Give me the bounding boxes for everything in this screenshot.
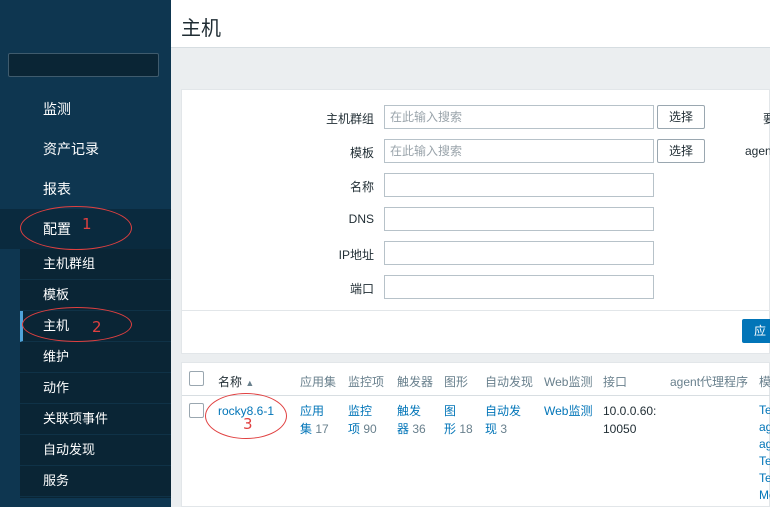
graphs-count: 18 (459, 422, 473, 436)
items-count: 90 (363, 422, 377, 436)
templates-cell[interactable]: Te ag ag Te Te Mo (759, 402, 770, 504)
nav-item-label: 报表 (43, 181, 71, 197)
row-checkbox[interactable] (189, 403, 204, 418)
nav-item-monitoring[interactable]: 监测 (0, 89, 171, 129)
applications-link[interactable]: 应用 集 17 (300, 402, 329, 438)
submenu-item-label: 维护 (43, 349, 70, 364)
host-group-input[interactable] (384, 105, 654, 129)
annotation-ellipse-1 (20, 206, 132, 250)
column-header-interface: 接口 (603, 375, 628, 389)
items-link-text: 监控 (348, 404, 373, 418)
name-input[interactable] (384, 173, 654, 197)
port-label: 端口 (349, 282, 374, 296)
interface-cell: 10.0.0.60: 10050 (603, 402, 656, 438)
port-input[interactable] (384, 275, 654, 299)
template-link[interactable]: Te (759, 454, 770, 468)
name-label: 名称 (349, 180, 374, 194)
template-select-button[interactable]: 选择 (657, 139, 705, 163)
ip-label: IP地址 (338, 248, 374, 262)
column-header-discovery: 自动发现 (485, 375, 534, 389)
submenu-item-label: 自动发现 (43, 442, 96, 457)
table-header-divider (182, 395, 770, 396)
column-header-web: Web监测 (544, 375, 593, 389)
interface-address: 10.0.0.60: (603, 404, 657, 418)
nav-item-label: 资产记录 (43, 141, 99, 157)
dns-label: DNS (348, 212, 374, 226)
apply-button[interactable]: 应 (742, 319, 770, 343)
nav-item-reports[interactable]: 报表 (0, 169, 171, 209)
graphs-link-text-2: 形 (444, 422, 457, 436)
column-header-name[interactable]: 名称 ▲ (218, 373, 254, 390)
template-link[interactable]: Te (759, 471, 770, 485)
column-header-items: 监控项 (348, 375, 385, 389)
ip-input[interactable] (384, 241, 654, 265)
template-link[interactable]: ag (759, 437, 770, 451)
submenu-item-discovery[interactable]: 自动发现 (20, 435, 171, 466)
column-header-triggers: 触发器 (397, 375, 434, 389)
column-header-applications: 应用集 (300, 375, 337, 389)
template-link[interactable]: Te (759, 403, 770, 417)
host-group-select-button[interactable]: 选择 (657, 105, 705, 129)
sort-ascending-icon: ▲ (245, 378, 255, 388)
discovery-link-text: 自动发 (485, 404, 522, 418)
sidebar: 监测 资产记录 报表 配置 主机群组 模板 主机 维护 动作 关联项事件 自动发… (0, 0, 171, 507)
template-input[interactable] (384, 139, 654, 163)
submenu-item-actions[interactable]: 动作 (20, 373, 171, 404)
applications-count: 17 (315, 422, 329, 436)
applications-link-text: 应用 (300, 404, 325, 418)
template-link[interactable]: ag (759, 420, 770, 434)
template-link[interactable]: Mo (759, 488, 770, 502)
web-link[interactable]: Web监测 (544, 402, 592, 420)
column-header-templates: 模 (759, 375, 770, 389)
graphs-link[interactable]: 图 形 18 (444, 402, 473, 438)
submenu-item-event-correlation[interactable]: 关联项事件 (20, 404, 171, 435)
triggers-link-text: 触发 (397, 404, 422, 418)
template-label: 模板 (349, 146, 374, 160)
submenu-item-label: 动作 (43, 380, 70, 395)
discovery-link-text-2: 现 (485, 422, 498, 436)
submenu-item-host-groups[interactable]: 主机群组 (20, 249, 171, 280)
submenu-item-label: 主机群组 (43, 256, 96, 271)
filter-right-value: agen (745, 144, 770, 158)
column-header-name-label: 名称 (218, 375, 243, 389)
nav-item-label: 监测 (43, 101, 71, 117)
column-header-graphs: 图形 (444, 375, 469, 389)
sidebar-search-input[interactable] (8, 53, 159, 77)
triggers-link-text-2: 器 (397, 422, 410, 436)
nav-item-inventory[interactable]: 资产记录 (0, 129, 171, 169)
items-link[interactable]: 监控 项 90 (348, 402, 377, 438)
interface-port: 10050 (603, 422, 637, 436)
filter-panel: 主机群组 选择 模板 选择 名称 DNS IP地址 端口 要 agen 应 (181, 89, 770, 354)
triggers-count: 36 (412, 422, 426, 436)
graphs-link-text: 图 (444, 404, 457, 418)
filter-right-label: 要 (763, 112, 770, 126)
annotation-number-2: 2 (92, 318, 102, 336)
discovery-count: 3 (500, 422, 508, 436)
discovery-link[interactable]: 自动发 现 3 (485, 402, 521, 438)
items-link-text-2: 项 (348, 422, 361, 436)
annotation-number-1: 1 (82, 215, 92, 233)
dns-input[interactable] (384, 207, 654, 231)
annotation-number-3: 3 (243, 415, 253, 433)
page-header: 主机 (171, 0, 770, 48)
submenu-item-label: 服务 (43, 473, 70, 488)
applications-link-text-2: 集 (300, 422, 313, 436)
host-group-label: 主机群组 (325, 112, 374, 126)
submenu-item-services[interactable]: 服务 (20, 466, 171, 497)
annotation-ellipse-2 (22, 307, 132, 342)
page-title: 主机 (181, 18, 221, 40)
submenu-item-label: 关联项事件 (43, 411, 109, 426)
triggers-link[interactable]: 触发 器 36 (397, 402, 426, 438)
submenu-item-maintenance[interactable]: 维护 (20, 342, 171, 373)
filter-divider (182, 310, 770, 311)
submenu-item-label: 模板 (43, 287, 70, 302)
select-all-checkbox[interactable] (189, 371, 204, 386)
column-header-proxy: agent代理程序 (670, 375, 749, 389)
submenu-item-templates[interactable]: 模板 (20, 280, 171, 311)
